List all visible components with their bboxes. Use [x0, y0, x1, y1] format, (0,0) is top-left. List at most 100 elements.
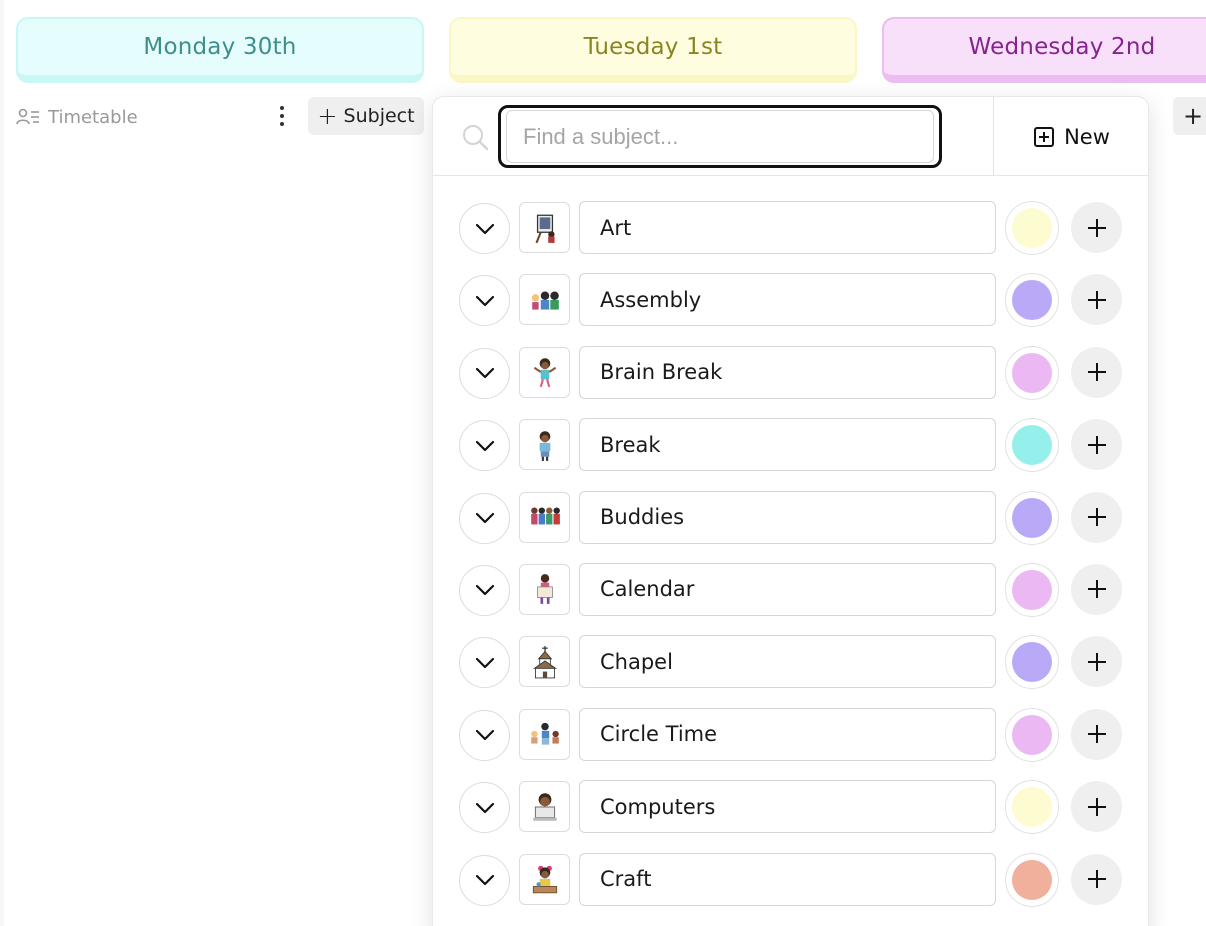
- search-input[interactable]: [506, 110, 934, 163]
- subject-name-field[interactable]: Calendar: [579, 562, 996, 616]
- add-to-day-button[interactable]: [1071, 202, 1122, 253]
- expand-button[interactable]: [459, 564, 510, 616]
- add-to-day-button[interactable]: [1071, 781, 1122, 833]
- expand-button[interactable]: [459, 275, 510, 327]
- plus-icon: [1087, 652, 1106, 671]
- add-to-day-button[interactable]: [1071, 274, 1122, 326]
- add-to-day-button[interactable]: [1071, 563, 1122, 615]
- subject-image-button[interactable]: [519, 781, 570, 833]
- subject-row: Calendar: [433, 562, 1148, 635]
- subject-name: Calendar: [600, 577, 695, 602]
- subject-row: Computers: [433, 780, 1148, 852]
- subject-row: Craft: [433, 852, 1148, 925]
- color-picker-button[interactable]: [1005, 201, 1059, 255]
- subject-name-field[interactable]: Circle Time: [579, 707, 996, 761]
- girl-stretching-icon: [533, 358, 556, 388]
- teacher-calendar-icon: [536, 574, 553, 605]
- subject-name: Computers: [600, 794, 716, 819]
- left-edge: [0, 0, 4, 926]
- subject-row: Buddies: [433, 490, 1148, 563]
- color-picker-button[interactable]: [1005, 273, 1059, 328]
- subject-name-field[interactable]: Chapel: [579, 635, 996, 689]
- subject-image-button[interactable]: [519, 346, 570, 398]
- more-options-icon[interactable]: [270, 102, 294, 130]
- subject-name-field[interactable]: Brain Break: [579, 345, 996, 399]
- color-picker-button[interactable]: [1005, 780, 1059, 835]
- kids-holding-hands-icon: [530, 507, 560, 525]
- subject-name: Break: [600, 432, 661, 457]
- color-picker-button[interactable]: [1005, 490, 1059, 545]
- subject-name-field[interactable]: Art: [579, 201, 996, 254]
- color-swatch: [1012, 497, 1052, 538]
- color-picker-button[interactable]: [1005, 418, 1059, 473]
- add-subject-label: Subject: [343, 105, 415, 127]
- add-to-day-button[interactable]: [1071, 708, 1122, 760]
- subject-name-field[interactable]: Break: [579, 418, 996, 472]
- subject-list: Art Assembly Brain Break Break Buddies Calend…: [433, 201, 1148, 925]
- chevron-down-icon: [475, 802, 494, 813]
- add-to-day-button[interactable]: [1071, 419, 1122, 471]
- color-swatch: [1012, 642, 1052, 683]
- subject-image-button[interactable]: [519, 636, 570, 688]
- plus-icon: [1087, 218, 1106, 237]
- expand-button[interactable]: [459, 347, 510, 399]
- subject-row: Circle Time: [433, 707, 1148, 780]
- subject-image-button[interactable]: [519, 853, 570, 905]
- chevron-down-icon: [475, 440, 494, 451]
- expand-button[interactable]: [459, 492, 510, 544]
- add-to-day-button[interactable]: [1071, 491, 1122, 543]
- color-picker-button[interactable]: [1005, 635, 1059, 690]
- subject-image-button[interactable]: [519, 563, 570, 615]
- picker-header: New: [433, 97, 1148, 176]
- search-icon: [461, 123, 489, 151]
- expand-button[interactable]: [459, 854, 510, 906]
- search-field: [498, 105, 942, 168]
- day-header-monday[interactable]: Monday 30th: [16, 17, 424, 83]
- day-label: Monday 30th: [143, 34, 297, 60]
- subject-image-button[interactable]: [519, 274, 570, 326]
- expand-button[interactable]: [459, 420, 510, 472]
- subject-name-field[interactable]: Buddies: [579, 490, 996, 544]
- add-to-day-button[interactable]: [1071, 853, 1122, 905]
- add-subject-button[interactable]: + Subject: [308, 97, 424, 135]
- children-group-icon: [531, 291, 559, 310]
- day-header-tuesday[interactable]: Tuesday 1st: [449, 17, 857, 83]
- chevron-down-icon: [475, 730, 494, 741]
- subject-image-button[interactable]: [519, 419, 570, 471]
- add-subject-button-wednesday[interactable]: +: [1173, 97, 1206, 135]
- day-label: Tuesday 1st: [583, 34, 723, 60]
- color-picker-button[interactable]: [1005, 707, 1059, 762]
- add-to-day-button[interactable]: [1071, 636, 1122, 688]
- subject-image-button[interactable]: [519, 708, 570, 760]
- color-swatch: [1012, 787, 1052, 828]
- subject-row: Assembly: [433, 273, 1148, 345]
- timetable-link[interactable]: Timetable: [16, 104, 138, 130]
- timetable-label: Timetable: [48, 106, 138, 128]
- color-picker-button[interactable]: [1005, 345, 1059, 400]
- plus-icon: [1087, 870, 1106, 889]
- chevron-down-icon: [475, 223, 494, 234]
- day-header-wednesday[interactable]: Wednesday 2nd: [882, 17, 1206, 83]
- subject-row: Break: [433, 418, 1148, 490]
- color-swatch: [1012, 714, 1052, 755]
- new-subject-button[interactable]: New: [994, 97, 1148, 176]
- color-picker-button[interactable]: [1005, 852, 1059, 907]
- expand-button[interactable]: [459, 637, 510, 689]
- color-swatch: [1012, 280, 1052, 321]
- new-subject-label: New: [1064, 124, 1110, 149]
- subject-name-field[interactable]: Assembly: [579, 273, 996, 327]
- subject-name-field[interactable]: Computers: [579, 780, 996, 834]
- expand-button[interactable]: [459, 709, 510, 761]
- plus-icon: [1087, 363, 1106, 382]
- plus-icon: +: [317, 102, 338, 130]
- person-list-icon: [16, 107, 40, 127]
- subject-name-field[interactable]: Craft: [579, 852, 996, 906]
- subject-name: Circle Time: [600, 722, 718, 747]
- subject-name: Brain Break: [600, 360, 723, 385]
- expand-button[interactable]: [459, 782, 510, 834]
- subject-image-button[interactable]: [519, 202, 570, 253]
- subject-image-button[interactable]: [519, 491, 570, 543]
- add-to-day-button[interactable]: [1071, 346, 1122, 398]
- color-picker-button[interactable]: [1005, 562, 1059, 617]
- expand-button[interactable]: [459, 203, 510, 254]
